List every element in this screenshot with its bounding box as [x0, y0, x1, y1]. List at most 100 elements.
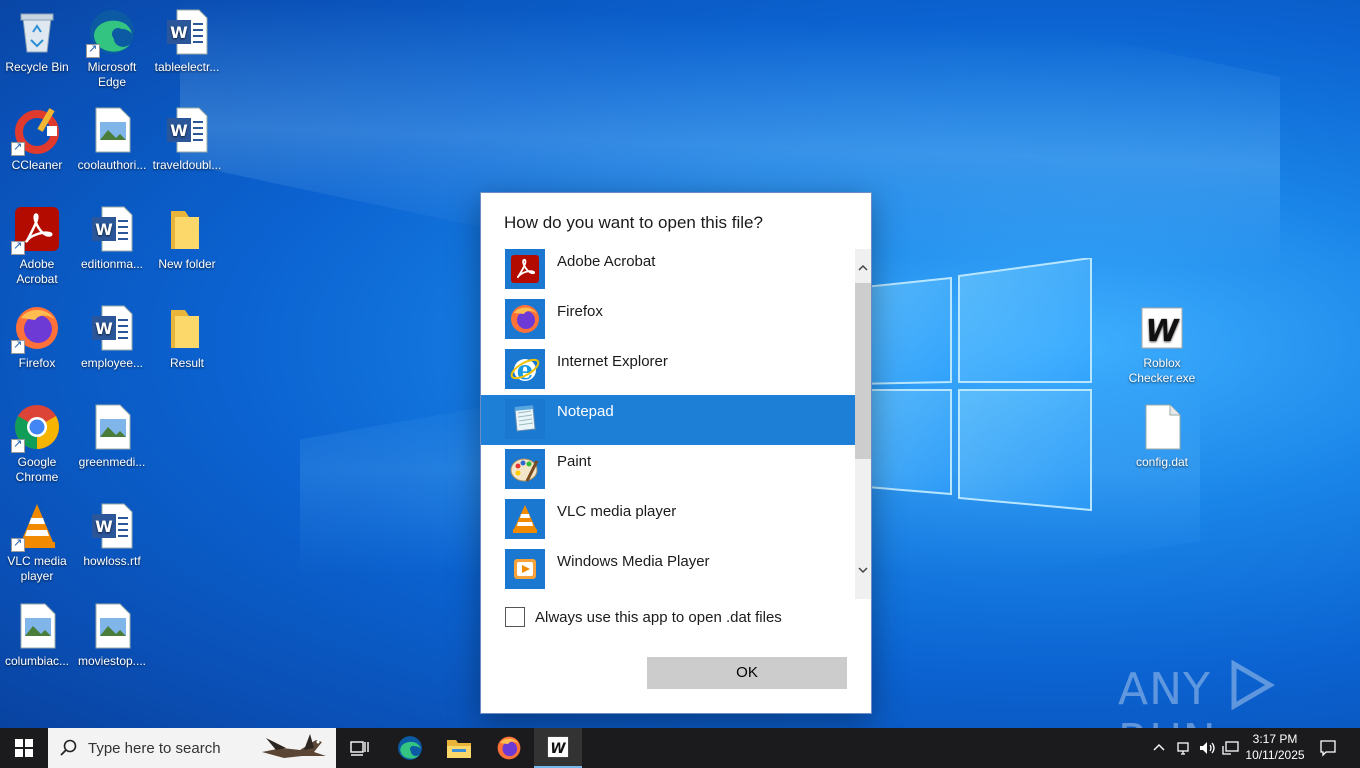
- app-item-windows-media-player[interactable]: Windows Media Player: [481, 545, 855, 595]
- taskbar-search-box[interactable]: Type here to search: [48, 728, 336, 768]
- search-highlight-birds-icon: [262, 734, 326, 758]
- wmp-icon: [505, 549, 545, 589]
- desktop-icon-label: Microsoft Edge: [87, 60, 137, 89]
- word-document-icon: W: [88, 502, 136, 550]
- always-use-option[interactable]: Always use this app to open .dat files: [505, 607, 782, 627]
- notification-icon: [1320, 740, 1336, 757]
- desktop-icon-label: coolauthori...: [77, 158, 147, 172]
- image-file-icon: [88, 403, 136, 451]
- app-item-vlc[interactable]: VLC media player: [481, 495, 855, 545]
- always-use-checkbox[interactable]: [505, 607, 525, 627]
- svg-text:W: W: [95, 220, 113, 239]
- shortcut-arrow-icon: [11, 536, 25, 552]
- network-icon: [1177, 742, 1189, 755]
- action-center-button[interactable]: [1316, 728, 1340, 768]
- desktop-icon-ccleaner[interactable]: CCleaner: [0, 106, 76, 173]
- desktop-icon-label: VLC media player: [7, 554, 67, 583]
- word-document-icon: W: [163, 8, 211, 56]
- app-name: Paint: [557, 453, 592, 470]
- app-item-paint[interactable]: Paint: [481, 445, 855, 495]
- svg-text:W: W: [95, 319, 113, 338]
- app-item-notepad[interactable]: Notepad: [481, 395, 855, 445]
- desktop-icon-label: greenmedi...: [78, 455, 146, 469]
- w-app-icon: W: [547, 736, 569, 758]
- desktop-icon-vlc[interactable]: VLC media player: [0, 502, 76, 584]
- shortcut-arrow-icon: [11, 239, 25, 255]
- desktop-icon-label: Roblox Checker.exe: [1128, 356, 1196, 385]
- desktop-icon-roblox-checker[interactable]: W Roblox Checker.exe: [1123, 304, 1201, 386]
- file-explorer-icon: [447, 740, 471, 758]
- ccleaner-icon: [11, 106, 61, 156]
- firefox-icon: [505, 299, 545, 339]
- app-item-internet-explorer[interactable]: e Internet Explorer: [481, 345, 855, 395]
- desktop-icon-label: Firefox: [18, 356, 56, 370]
- desktop-icon-adobe-acrobat[interactable]: Adobe Acrobat: [0, 205, 76, 287]
- desktop-icon-tableelectr[interactable]: W tableelectr...: [148, 8, 226, 75]
- task-view-button[interactable]: [336, 728, 384, 768]
- desktop-icon-howloss[interactable]: W howloss.rtf: [73, 502, 151, 569]
- desktop-icon-coolauthori[interactable]: coolauthori...: [73, 106, 151, 173]
- scrollbar-thumb[interactable]: [855, 283, 871, 459]
- desktop-icon-label: config.dat: [1135, 455, 1189, 469]
- desktop-icon-label: employee...: [80, 356, 144, 370]
- dialog-title: How do you want to open this file?: [504, 213, 763, 232]
- tray-connection-button[interactable]: [1220, 728, 1242, 768]
- play-icon: [1231, 660, 1275, 710]
- app-name: Internet Explorer: [557, 353, 668, 370]
- svg-text:W: W: [170, 121, 188, 140]
- taskbar-roblox-checker-button[interactable]: W: [534, 728, 582, 768]
- desktop-icon-label: traveldoubl...: [152, 158, 222, 172]
- desktop-icon-label: CCleaner: [11, 158, 63, 172]
- start-button[interactable]: [0, 728, 48, 768]
- tray-volume-button[interactable]: [1196, 728, 1218, 768]
- image-file-icon: [88, 106, 136, 154]
- ie-icon: e: [505, 349, 545, 389]
- app-list-scrollbar[interactable]: [855, 249, 871, 599]
- vlc-icon: [11, 502, 61, 552]
- clock-time: 3:17 PM: [1252, 732, 1298, 746]
- tray-network-button[interactable]: [1172, 728, 1194, 768]
- desktop-icon-label: Recycle Bin: [5, 60, 69, 74]
- desktop-icon-traveldoubl[interactable]: W traveldoubl...: [148, 106, 226, 173]
- acrobat-icon: [505, 249, 545, 289]
- desktop-icon-greenmedi[interactable]: greenmedi...: [73, 403, 151, 470]
- taskbar-file-explorer-button[interactable]: [435, 728, 483, 768]
- firefox-icon: [497, 736, 521, 760]
- taskbar-firefox-button[interactable]: [485, 728, 533, 768]
- ok-button[interactable]: OK: [647, 657, 847, 689]
- shortcut-arrow-icon: [11, 140, 25, 156]
- app-list[interactable]: Adobe Acrobat Firefox e Internet Explore…: [481, 249, 855, 599]
- blank-file-icon: [1138, 403, 1186, 451]
- desktop-icon-result[interactable]: Result: [148, 304, 226, 371]
- desktop-icon-google-chrome[interactable]: Google Chrome: [0, 403, 76, 485]
- ethernet-icon: [1222, 741, 1239, 755]
- desktop-icon-columbiac[interactable]: columbiac...: [0, 602, 76, 669]
- desktop-icon-recycle-bin[interactable]: Recycle Bin: [0, 8, 76, 75]
- app-name: Firefox: [557, 303, 603, 320]
- desktop-icon-new-folder[interactable]: New folder: [148, 205, 226, 272]
- app-item-adobe-acrobat[interactable]: Adobe Acrobat: [481, 249, 855, 295]
- edge-icon: [86, 8, 136, 58]
- taskbar-clock[interactable]: 3:17 PM 10/11/2025: [1240, 731, 1310, 763]
- w-app-icon: W: [1138, 304, 1186, 352]
- app-item-firefox[interactable]: Firefox: [481, 295, 855, 345]
- desktop-icon-label: howloss.rtf: [83, 554, 141, 568]
- desktop-icon-firefox[interactable]: Firefox: [0, 304, 76, 371]
- folder-icon: [163, 304, 211, 352]
- word-document-icon: W: [88, 205, 136, 253]
- taskbar-edge-button[interactable]: [386, 728, 434, 768]
- firefox-icon: [11, 304, 61, 354]
- watermark-text-left: ANY: [1118, 664, 1211, 715]
- desktop-icon-label: Result: [169, 356, 204, 370]
- desktop-icon-config-dat[interactable]: config.dat: [1123, 403, 1201, 470]
- desktop-icon-employee[interactable]: W employee...: [73, 304, 151, 371]
- desktop-icon-label: Google Chrome: [15, 455, 59, 484]
- desktop-icon-moviestop[interactable]: moviestop....: [73, 602, 151, 669]
- desktop-icon-microsoft-edge[interactable]: Microsoft Edge: [73, 8, 151, 90]
- desktop-icon-editionma[interactable]: W editionma...: [73, 205, 151, 272]
- task-view-icon: [350, 741, 369, 756]
- scroll-down-chevron-icon[interactable]: [855, 563, 871, 581]
- scroll-up-chevron-icon[interactable]: [855, 261, 871, 279]
- volume-icon: [1200, 742, 1215, 754]
- show-hidden-icons-button[interactable]: [1148, 728, 1170, 768]
